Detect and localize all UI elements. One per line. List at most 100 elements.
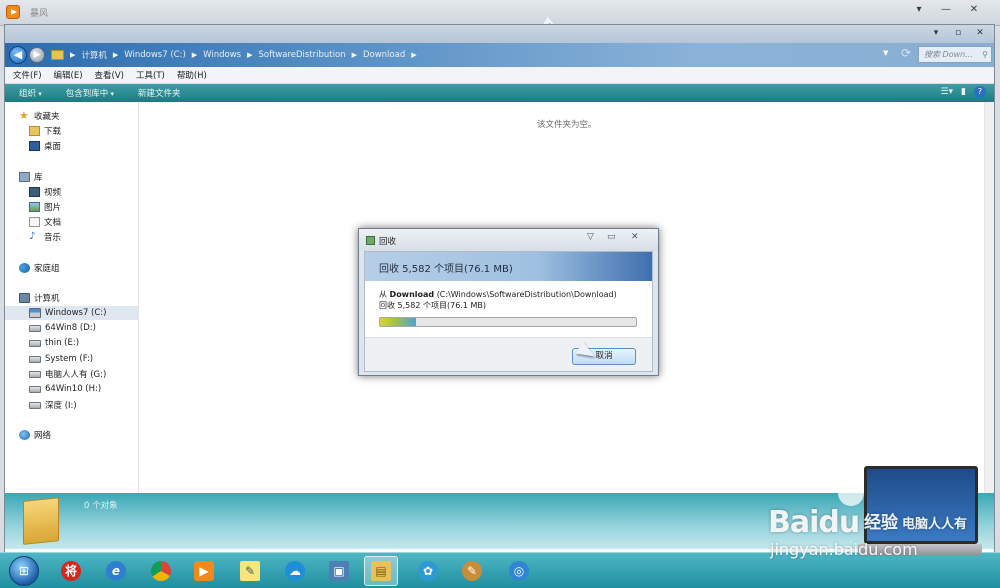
taskbar-monitor[interactable]: ▣ <box>322 556 356 586</box>
nav-drive-f[interactable]: System (F:) <box>29 352 93 366</box>
notes-icon: ✎ <box>240 561 260 581</box>
nav-drive-e[interactable]: thin (E:) <box>29 336 79 350</box>
nav-computer[interactable]: 计算机 <box>19 291 60 305</box>
refresh-icon[interactable]: ⟳ <box>901 46 911 60</box>
breadcrumb-item[interactable]: Download <box>363 50 405 60</box>
progress-detail: 回收 5,582 个项目(76.1 MB) <box>379 301 486 310</box>
bg-close-button[interactable]: ✕ <box>963 3 985 17</box>
nav-homegroup[interactable]: 家庭组 <box>19 261 60 275</box>
progress-fill <box>380 318 416 326</box>
folder-icon <box>51 50 64 60</box>
breadcrumb[interactable]: ▶ 计算机 ▶ Windows7 (C:) ▶ Windows ▶ Softwa… <box>51 47 871 63</box>
nav-drive-i[interactable]: 深度 (I:) <box>29 398 77 412</box>
media-player-icon[interactable] <box>6 5 20 19</box>
breadcrumb-item[interactable]: 计算机 <box>81 49 107 61</box>
source-line: 从 Download (C:\Windows\SoftwareDistribut… <box>379 290 617 299</box>
minimize-icon[interactable]: ▭ <box>607 232 616 242</box>
search-placeholder: 搜索 Down... <box>924 50 973 59</box>
background-window-title: 暴风 <box>30 9 49 19</box>
search-icon: ⚲ <box>982 50 988 59</box>
taskbar-app-circle[interactable]: ◎ <box>502 556 536 586</box>
nav-drive-c[interactable]: Windows7 (C:) <box>5 306 138 320</box>
network-icon <box>19 430 30 440</box>
nav-favorites[interactable]: ★ 收藏夹 <box>19 109 60 123</box>
background-window-titlebar: 暴风 ▾ — ✕ <box>0 0 1000 26</box>
nav-drive-g[interactable]: 电脑人人有 (G:) <box>29 367 106 381</box>
item-count: 0 个对象 <box>84 501 118 511</box>
bg-dropdown-icon[interactable]: ▾ <box>908 3 930 17</box>
cloud-icon: ☁ <box>285 561 305 581</box>
homegroup-icon <box>19 263 30 273</box>
drive-icon <box>29 370 41 378</box>
taskbar-fan[interactable]: ✿ <box>411 556 445 586</box>
vertical-scrollbar[interactable] <box>984 102 994 493</box>
start-button[interactable]: ⊞ <box>9 556 39 586</box>
nav-pictures[interactable]: 图片 <box>29 200 61 214</box>
fan-icon: ✿ <box>418 561 438 581</box>
menu-tools[interactable]: 工具(T) <box>136 69 165 81</box>
dialog-header: 回收 5,582 个项目(76.1 MB) <box>365 252 652 281</box>
drive-icon <box>29 385 41 393</box>
breadcrumb-item[interactable]: Windows <box>203 50 241 60</box>
taskbar-explorer[interactable]: ▤ <box>364 556 398 586</box>
app-circle-icon: ◎ <box>509 561 529 581</box>
drive-icon <box>29 324 41 332</box>
dialog-body: 回收 5,582 个项目(76.1 MB) 从 Download (C:\Win… <box>364 251 653 372</box>
music-icon: ♪ <box>29 231 36 242</box>
taskbar-media[interactable]: ▶ <box>187 556 221 586</box>
address-bar: ◀ ▶ ▶ 计算机 ▶ Windows7 (C:) ▶ Windows ▶ So… <box>5 43 994 67</box>
taskbar-cloud[interactable]: ☁ <box>278 556 312 586</box>
address-dropdown-icon[interactable]: ▼ <box>883 49 888 57</box>
library-icon <box>19 172 30 182</box>
window-menu-icon[interactable]: ▾ <box>930 27 942 39</box>
dialog-titlebar: 回收 ▽ ▭ ✕ <box>359 229 658 251</box>
navigation-pane: ★ 收藏夹 下载 桌面 库 视频 图片 文档 ♪ 音乐 家庭组 计算机 Window… <box>5 102 139 493</box>
bg-minimize-button[interactable]: — <box>935 3 957 17</box>
picture-icon <box>29 202 40 212</box>
chevron-down-icon[interactable]: ▽ <box>587 232 594 242</box>
close-icon[interactable]: ✕ <box>974 27 986 39</box>
forward-button[interactable]: ▶ <box>29 47 45 63</box>
explorer-folder-icon: ▤ <box>371 561 391 581</box>
document-icon <box>29 217 40 227</box>
preview-pane-icon[interactable]: ▮ <box>961 87 966 97</box>
new-folder-button[interactable]: 新建文件夹 <box>138 87 181 99</box>
menu-file[interactable]: 文件(F) <box>13 69 42 81</box>
taskbar-app-jiangsu[interactable]: 将 <box>54 556 88 586</box>
menu-help[interactable]: 帮助(H) <box>177 69 207 81</box>
taskbar-paint[interactable]: ✎ <box>455 556 489 586</box>
watermark-url: jingyan.baidu.com <box>770 540 918 559</box>
menu-edit[interactable]: 编辑(E) <box>54 69 83 81</box>
downloads-folder-icon <box>29 126 40 136</box>
view-options-icon[interactable]: ☰▾ <box>940 87 953 97</box>
include-in-library-button[interactable]: 包含到库中 <box>66 87 114 99</box>
taskbar-ie[interactable]: e <box>99 556 133 586</box>
ie-icon: e <box>106 561 126 581</box>
nav-libraries[interactable]: 库 <box>19 170 43 184</box>
progress-bar <box>379 317 637 327</box>
nav-music[interactable]: ♪ 音乐 <box>29 230 61 244</box>
nav-drive-d[interactable]: 64Win8 (D:) <box>29 321 96 335</box>
taskbar-chrome[interactable] <box>144 556 178 586</box>
nav-desktop[interactable]: 桌面 <box>29 139 61 153</box>
search-input[interactable]: 搜索 Down... ⚲ <box>918 46 992 63</box>
folder-icon <box>23 497 59 545</box>
breadcrumb-item[interactable]: SoftwareDistribution <box>259 50 346 60</box>
breadcrumb-item[interactable]: Windows7 (C:) <box>124 50 185 60</box>
paint-icon: ✎ <box>462 561 482 581</box>
nav-videos[interactable]: 视频 <box>29 185 61 199</box>
chrome-icon <box>151 561 171 581</box>
help-icon[interactable]: ? <box>974 86 986 98</box>
nav-network[interactable]: 网络 <box>19 428 51 442</box>
nav-documents[interactable]: 文档 <box>29 215 61 229</box>
nav-downloads[interactable]: 下载 <box>29 124 61 138</box>
organize-button[interactable]: 组织 <box>19 87 42 99</box>
taskbar-notes[interactable]: ✎ <box>233 556 267 586</box>
restore-icon[interactable]: ▫ <box>952 27 964 39</box>
close-icon[interactable]: ✕ <box>631 232 639 242</box>
window-titlebar: ▾ ▫ ✕ <box>5 25 994 43</box>
drive-icon <box>29 355 41 363</box>
back-button[interactable]: ◀ <box>9 46 27 64</box>
menu-view[interactable]: 查看(V) <box>95 69 124 81</box>
nav-drive-h[interactable]: 64Win10 (H:) <box>29 382 101 396</box>
